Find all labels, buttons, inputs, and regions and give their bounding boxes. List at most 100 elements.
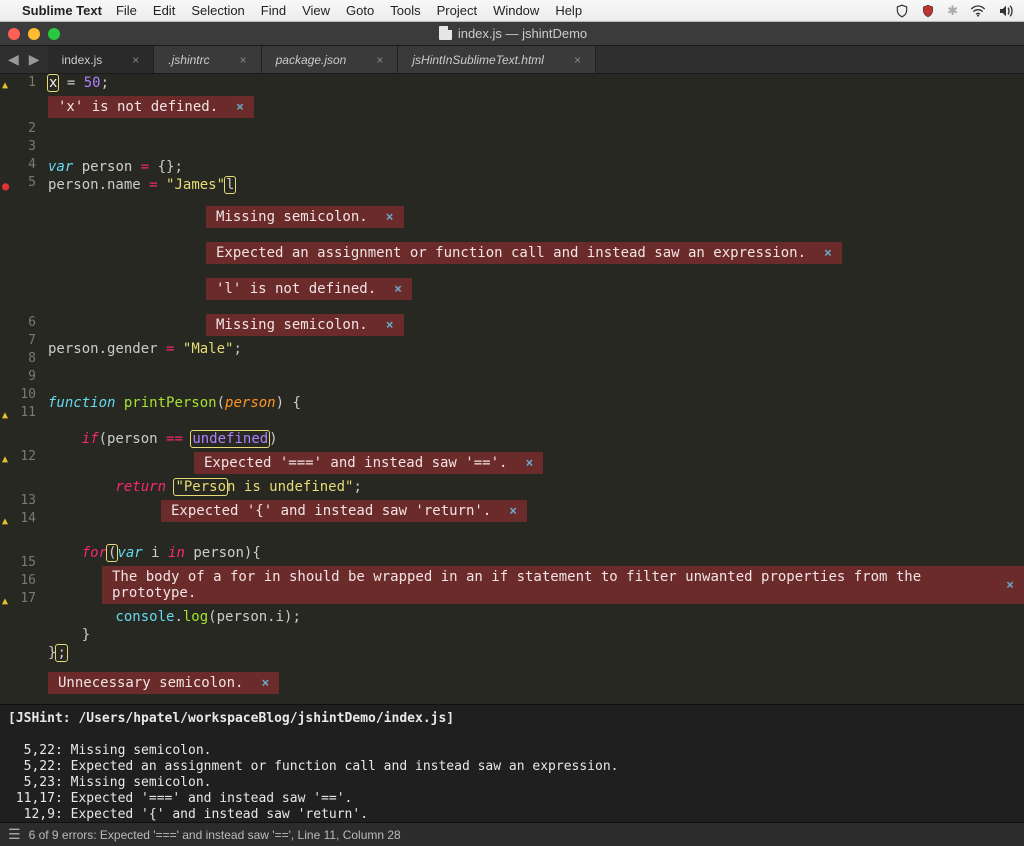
gutter-line[interactable]: 2	[0, 120, 36, 138]
console-line: 5,22: Missing semicolon.	[8, 743, 1016, 759]
gutter-line[interactable]: 16	[0, 572, 36, 590]
hint-close-icon[interactable]: ×	[386, 318, 394, 333]
hint-close-icon[interactable]: ×	[236, 100, 244, 115]
lint-hint[interactable]: Expected an assignment or function call …	[206, 242, 842, 264]
warning-icon	[2, 451, 14, 463]
gutter-line[interactable]: 11	[0, 404, 36, 422]
status-bar[interactable]: ☰ 6 of 9 errors: Expected '===' and inst…	[0, 822, 1024, 846]
code-line	[48, 412, 1024, 430]
bluetooth-icon[interactable]: ✱	[947, 3, 958, 19]
console-line: 12,9: Expected '{' and instead saw 'retu…	[8, 807, 1016, 822]
console-line: 11,17: Expected '===' and instead saw '=…	[8, 791, 1016, 807]
tab-jshint-html[interactable]: jsHintInSublimeText.html ×	[398, 46, 596, 73]
gutter-line[interactable]: 1	[0, 74, 36, 92]
gutter-line[interactable]: 10	[0, 386, 36, 404]
hint-close-icon[interactable]: ×	[394, 282, 402, 297]
menu-window[interactable]: Window	[493, 3, 539, 18]
window-controls	[8, 28, 60, 40]
hint-close-icon[interactable]: ×	[386, 210, 394, 225]
code-line	[48, 122, 1024, 140]
code-line: function printPerson(person) {	[48, 394, 1024, 412]
gutter-line[interactable]: 14	[0, 510, 36, 528]
gutter-line[interactable]: 13	[0, 492, 36, 510]
macos-menubar: Sublime Text File Edit Selection Find Vi…	[0, 0, 1024, 22]
menu-file[interactable]: File	[116, 3, 137, 18]
menu-project[interactable]: Project	[437, 3, 477, 18]
gutter-line[interactable]: 8	[0, 350, 36, 368]
gutter-line[interactable]: 17	[0, 590, 36, 608]
gutter-line[interactable]: 9	[0, 368, 36, 386]
nav-back-icon[interactable]: ◀	[8, 51, 19, 68]
menu-selection[interactable]: Selection	[191, 3, 244, 18]
code-line: x = 50;	[48, 74, 1024, 92]
hint-close-icon[interactable]: ×	[1006, 578, 1014, 593]
menu-find[interactable]: Find	[261, 3, 286, 18]
document-icon	[439, 26, 452, 40]
tab-close-icon[interactable]: ×	[574, 53, 581, 67]
hint-close-icon[interactable]: ×	[261, 676, 269, 691]
lint-hint[interactable]: Expected '{' and instead saw 'return'.×	[161, 500, 527, 522]
wifi-icon[interactable]	[970, 5, 986, 17]
window-minimize-button[interactable]	[28, 28, 40, 40]
lint-hint[interactable]: Expected '===' and instead saw '=='.×	[194, 452, 543, 474]
warning-icon	[2, 77, 14, 89]
lint-hint[interactable]: 'l' is not defined.×	[206, 278, 412, 300]
gutter-line[interactable]: 7	[0, 332, 36, 350]
hint-close-icon[interactable]: ×	[525, 456, 533, 471]
gutter-line[interactable]	[0, 422, 36, 448]
output-panel[interactable]: [JSHint: /Users/hpatel/workspaceBlog/jsh…	[0, 704, 1024, 822]
tab-bar: ◀ ▶ index.js × .jshintrc × package.json …	[0, 46, 1024, 74]
tab-close-icon[interactable]: ×	[376, 53, 383, 67]
gutter-line[interactable]: 5	[0, 174, 36, 192]
lint-hint[interactable]: Missing semicolon.×	[206, 314, 404, 336]
menu-view[interactable]: View	[302, 3, 330, 18]
menu-tools[interactable]: Tools	[390, 3, 420, 18]
gutter-line[interactable]	[0, 608, 36, 638]
volume-icon[interactable]	[998, 4, 1014, 18]
status-text: 6 of 9 errors: Expected '===' and instea…	[29, 828, 401, 842]
lint-hint[interactable]: Missing semicolon.×	[206, 206, 404, 228]
gutter-line[interactable]: 3	[0, 138, 36, 156]
hint-close-icon[interactable]: ×	[824, 246, 832, 261]
tab-index-js[interactable]: index.js ×	[48, 46, 155, 73]
gutter-line[interactable]: 4	[0, 156, 36, 174]
gutter-line[interactable]: 15	[0, 554, 36, 572]
menu-goto[interactable]: Goto	[346, 3, 374, 18]
editor-pane[interactable]: 1234567891011121314151617 x = 50; 'x' is…	[0, 74, 1024, 704]
hint-close-icon[interactable]: ×	[509, 504, 517, 519]
gutter-line[interactable]	[0, 192, 36, 225]
window-close-button[interactable]	[8, 28, 20, 40]
gutter-line[interactable]	[0, 92, 36, 120]
panel-toggle-icon[interactable]: ☰	[8, 826, 21, 843]
lint-hint[interactable]: The body of a for in should be wrapped i…	[102, 566, 1024, 604]
code-line: person.name = "James"l	[48, 176, 1024, 194]
gutter-line[interactable]	[0, 253, 36, 281]
app-name[interactable]: Sublime Text	[22, 3, 102, 18]
lint-hint[interactable]: Unnecessary semicolon.×	[48, 672, 279, 694]
nav-forward-icon[interactable]: ▶	[29, 51, 40, 68]
menu-help[interactable]: Help	[555, 3, 582, 18]
gutter-line[interactable]: 12	[0, 448, 36, 466]
tab-package-json[interactable]: package.json ×	[262, 46, 399, 73]
gutter-line[interactable]	[0, 528, 36, 554]
console-header: [JSHint: /Users/hpatel/workspaceBlog/jsh…	[8, 711, 1016, 727]
gutter-line[interactable]	[0, 466, 36, 492]
code-area[interactable]: x = 50; 'x' is not defined.× var person …	[42, 74, 1024, 704]
code-line: person.gender = "Male";	[48, 340, 1024, 358]
gutter-line[interactable]	[0, 225, 36, 253]
tab-close-icon[interactable]: ×	[240, 53, 247, 67]
gutter-line[interactable]: 6	[0, 314, 36, 332]
tab-close-icon[interactable]: ×	[132, 53, 139, 67]
shield-icon[interactable]	[895, 4, 909, 18]
menu-edit[interactable]: Edit	[153, 3, 175, 18]
window-title: index.js — jshintDemo	[120, 26, 906, 41]
tab-label: .jshintrc	[168, 53, 209, 67]
gutter-line[interactable]	[0, 281, 36, 314]
window-maximize-button[interactable]	[48, 28, 60, 40]
shield2-icon[interactable]	[921, 4, 935, 18]
tab-jshintrc[interactable]: .jshintrc ×	[154, 46, 261, 73]
code-line: if(person == undefined)	[48, 430, 1024, 448]
code-line: var person = {};	[48, 158, 1024, 176]
lint-hint[interactable]: 'x' is not defined.×	[48, 96, 254, 118]
code-line	[48, 140, 1024, 158]
